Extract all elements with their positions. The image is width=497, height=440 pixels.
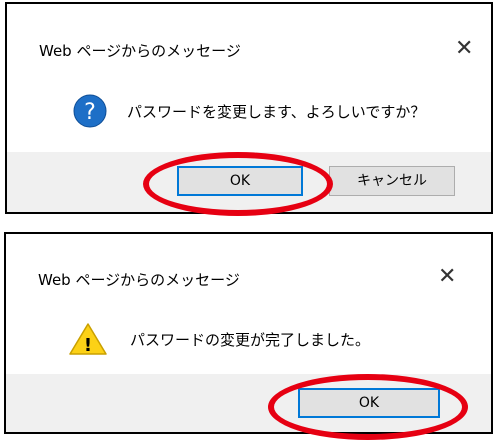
dialog-message: パスワードの変更が完了しました。	[130, 331, 371, 349]
question-icon: ?	[73, 94, 107, 128]
svg-text:?: ?	[84, 100, 96, 125]
ok-button[interactable]: OK	[298, 388, 440, 418]
dialog-title: Web ページからのメッセージ	[39, 42, 241, 60]
cancel-button[interactable]: キャンセル	[329, 166, 455, 196]
dialog-message: パスワードを変更します、よろしいですか？	[127, 103, 426, 121]
complete-dialog: Web ページからのメッセージ ✕ ! パスワードの変更が完了しました。 OK	[4, 232, 493, 440]
warning-icon: !	[68, 322, 108, 356]
ok-button[interactable]: OK	[177, 166, 303, 196]
confirm-dialog: Web ページからのメッセージ ✕ ? パスワードを変更します、よろしいですか？…	[5, 2, 493, 216]
close-icon[interactable]: ✕	[438, 266, 456, 288]
dialog-footer: OK キャンセル	[7, 152, 491, 212]
dialog-title: Web ページからのメッセージ	[38, 271, 240, 289]
close-icon[interactable]: ✕	[455, 38, 473, 60]
dialog-footer: OK	[6, 374, 491, 432]
svg-text:!: !	[84, 335, 92, 356]
